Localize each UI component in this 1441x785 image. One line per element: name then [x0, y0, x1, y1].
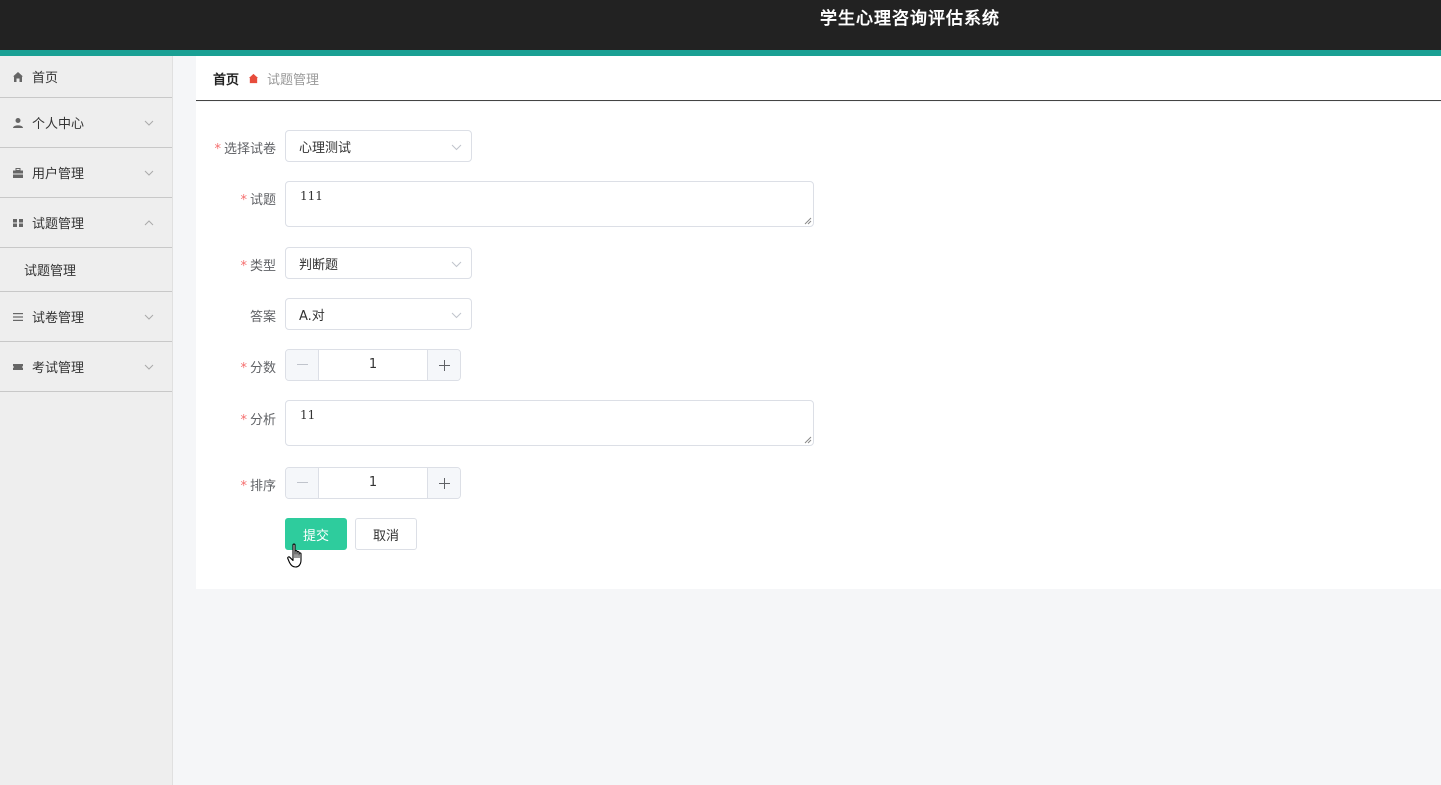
chevron-down-icon [144, 118, 154, 128]
required-mark: * [240, 193, 247, 208]
sidebar-item-home[interactable]: 首页 [0, 56, 172, 98]
order-label: * 排序 [240, 479, 276, 494]
score-stepper: 1 [285, 349, 461, 381]
sidebar-item-label: 试卷管理 [32, 311, 85, 326]
sidebar-item-label: 试题管理 [32, 217, 85, 232]
minus-icon [296, 364, 308, 365]
analysis-text: 11 [300, 408, 316, 422]
question-text: 111 [300, 189, 323, 203]
question-form [196, 102, 1441, 589]
type-label: * 类型 [240, 259, 276, 274]
order-stepper: 1 [285, 467, 461, 499]
paper-label: * 选择试卷 [214, 142, 276, 157]
question-textarea[interactable]: 111 [285, 181, 814, 227]
required-mark: * [240, 413, 247, 428]
analysis-textarea[interactable]: 11 [285, 400, 814, 446]
answer-select-value: A.对 [299, 308, 325, 324]
user-icon [11, 116, 25, 130]
sidebar-item-label: 考试管理 [32, 361, 85, 376]
briefcase-icon [11, 166, 25, 180]
order-increment-button[interactable] [427, 468, 460, 498]
cancel-button[interactable]: 取消 [355, 518, 417, 550]
score-increment-button[interactable] [427, 350, 460, 380]
breadcrumb-current: 试题管理 [267, 72, 320, 88]
resize-handle-icon[interactable] [803, 216, 812, 225]
home-icon [247, 72, 259, 84]
paper-select-value: 心理测试 [299, 140, 352, 156]
sidebar-subitem-question-management[interactable]: 试题管理 [0, 248, 172, 292]
breadcrumb: 首页 试题管理 [196, 56, 1441, 101]
sidebar-item-label: 首页 [32, 71, 59, 86]
sidebar-item-personal-center[interactable]: 个人中心 [0, 98, 172, 148]
list-icon [11, 310, 25, 324]
required-mark: * [214, 142, 221, 157]
sidebar-item-user-management[interactable]: 用户管理 [0, 148, 172, 198]
score-label: * 分数 [240, 361, 276, 376]
chevron-down-icon [144, 312, 154, 322]
chevron-down-icon [450, 258, 462, 270]
required-mark: * [240, 479, 247, 494]
answer-label: 答案 [249, 310, 276, 325]
type-select-value: 判断题 [299, 257, 339, 273]
chevron-down-icon [144, 168, 154, 178]
top-header: 学生心理咨询评估系统 [0, 0, 1441, 56]
resize-handle-icon[interactable] [803, 435, 812, 444]
order-decrement-button[interactable] [286, 468, 319, 498]
chevron-up-icon [144, 218, 154, 228]
submit-button[interactable]: 提交 [285, 518, 347, 550]
paper-select[interactable]: 心理测试 [285, 130, 472, 162]
sidebar-item-label: 个人中心 [32, 117, 85, 132]
order-input[interactable]: 1 [319, 468, 427, 498]
sidebar-item-exam-management[interactable]: 考试管理 [0, 342, 172, 392]
required-mark: * [240, 259, 247, 274]
sidebar-item-label: 用户管理 [32, 167, 85, 182]
question-label: * 试题 [240, 193, 276, 208]
chevron-down-icon [450, 309, 462, 321]
sidebar-item-question-management[interactable]: 试题管理 [0, 198, 172, 248]
answer-select[interactable]: A.对 [285, 298, 472, 330]
ticket-icon [11, 360, 25, 374]
chevron-down-icon [450, 141, 462, 153]
chevron-down-icon [144, 362, 154, 372]
breadcrumb-home[interactable]: 首页 [213, 69, 239, 88]
plus-icon [438, 359, 450, 371]
grid-icon [11, 216, 25, 230]
plus-icon [438, 477, 450, 489]
required-mark: * [240, 361, 247, 376]
sidebar-subitem-label: 试题管理 [24, 264, 77, 279]
analysis-label: * 分析 [240, 413, 276, 428]
sidebar: 首页 个人中心 用户管理 试题管理 试题管理 试卷管理 考试管理 [0, 56, 173, 785]
sidebar-item-paper-management[interactable]: 试卷管理 [0, 292, 172, 342]
score-decrement-button[interactable] [286, 350, 319, 380]
app-title: 学生心理咨询评估系统 [820, 9, 1000, 29]
score-input[interactable]: 1 [319, 350, 427, 380]
home-icon [11, 70, 25, 84]
type-select[interactable]: 判断题 [285, 247, 472, 279]
minus-icon [296, 482, 308, 483]
